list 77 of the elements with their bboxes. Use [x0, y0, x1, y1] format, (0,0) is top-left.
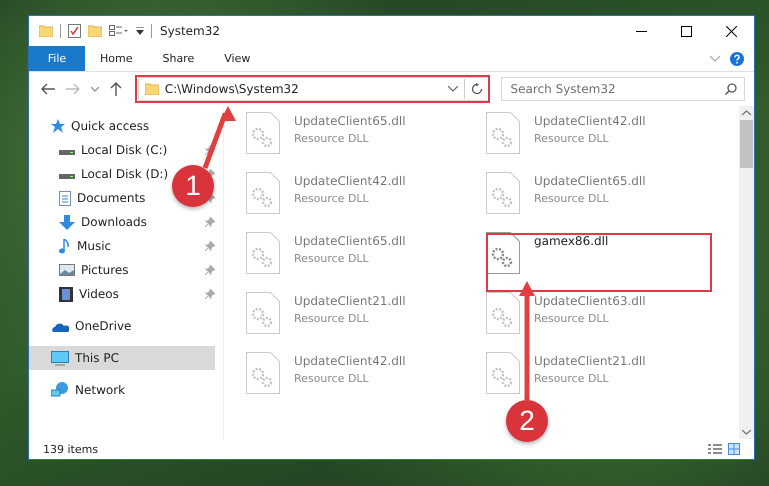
file-type: Resource DLL: [294, 132, 370, 145]
nav-item[interactable]: Network: [29, 378, 130, 402]
nav-item[interactable]: Documents: [29, 186, 150, 210]
download-arrow-icon: [59, 214, 75, 230]
file-type: Resource DLL: [534, 312, 610, 325]
document-icon: [59, 190, 71, 206]
file-name[interactable]: UpdateClient42.dll: [294, 174, 406, 188]
address-path: C:\Windows\System32: [164, 82, 300, 96]
item-count: 139 items: [43, 442, 98, 456]
scroll-up-icon[interactable]: [742, 110, 751, 116]
picture-icon: [59, 264, 75, 276]
ribbon-tab[interactable]: View: [209, 46, 266, 71]
nav-item[interactable]: Local Disk (D:): [29, 162, 172, 186]
pin-icon[interactable]: [205, 241, 215, 251]
folder-icon[interactable]: [88, 25, 102, 37]
file-name[interactable]: UpdateClient65.dll: [534, 174, 646, 188]
annotation-arrow: [202, 106, 236, 169]
file-name[interactable]: UpdateClient42.dll: [534, 114, 646, 128]
nav-item[interactable]: Pictures: [29, 258, 133, 282]
close-icon: [726, 26, 737, 36]
file-name[interactable]: gamex86.dll: [534, 234, 608, 248]
view-options-icon[interactable]: [109, 25, 129, 37]
nav-item[interactable]: Music: [29, 234, 116, 258]
chevron-down-icon[interactable]: [448, 86, 458, 92]
scrollbar[interactable]: [739, 106, 754, 439]
pin-icon[interactable]: [205, 289, 215, 299]
folder-icon: [144, 83, 159, 95]
file-name[interactable]: UpdateClient21.dll: [534, 354, 646, 368]
nav-item[interactable]: Videos: [29, 282, 123, 306]
dropdown-icon[interactable]: [136, 26, 144, 36]
file-type: Resource DLL: [294, 372, 370, 385]
tiles-view-icon[interactable]: [728, 443, 740, 455]
nav-item[interactable]: This PC: [29, 346, 215, 370]
pin-icon[interactable]: [205, 265, 215, 275]
forward-arrow-icon[interactable]: [66, 83, 80, 95]
nav-item[interactable]: Local Disk (C:): [29, 138, 172, 162]
file-name[interactable]: UpdateClient65.dll: [294, 234, 406, 248]
help-icon[interactable]: [730, 52, 744, 66]
scroll-down-icon[interactable]: [742, 429, 751, 435]
window-title: System32: [160, 24, 220, 38]
cloud-icon: [51, 320, 69, 332]
scrollbar-thumb[interactable]: [740, 120, 753, 168]
film-icon: [59, 286, 73, 302]
file-name[interactable]: UpdateClient63.dll: [534, 294, 646, 308]
back-arrow-icon[interactable]: [41, 83, 55, 95]
chevron-down-icon[interactable]: [90, 86, 99, 92]
ribbon-tab[interactable]: File: [29, 46, 85, 71]
pin-icon[interactable]: [205, 217, 215, 227]
file-name[interactable]: UpdateClient65.dll: [294, 114, 406, 128]
file-type: Resource DLL: [294, 312, 370, 325]
address-bar[interactable]: C:\Windows\System32: [138, 77, 490, 101]
pin-icon[interactable]: [205, 145, 215, 155]
network-globe-icon: [51, 382, 69, 398]
star-icon: [51, 119, 65, 133]
maximize-icon: [681, 26, 692, 36]
details-view-icon[interactable]: [708, 444, 722, 454]
file-type: Resource DLL: [534, 132, 610, 145]
folder-icon[interactable]: [39, 25, 53, 37]
file-type: Resource DLL: [534, 192, 610, 205]
properties-icon[interactable]: [68, 24, 81, 38]
ribbon-tab[interactable]: Share: [147, 46, 210, 71]
file-type: Resource DLL: [294, 252, 370, 265]
ribbon-tab[interactable]: Home: [85, 46, 148, 71]
nav-item[interactable]: Quick access: [29, 114, 154, 138]
search-field[interactable]: Search System32: [500, 77, 745, 101]
nav-item[interactable]: Downloads: [29, 210, 151, 234]
file-name[interactable]: UpdateClient42.dll: [294, 354, 406, 368]
dll-file-icon[interactable]: [486, 232, 520, 274]
file-name[interactable]: UpdateClient21.dll: [294, 294, 406, 308]
file-type: Resource DLL: [294, 192, 370, 205]
nav-item[interactable]: OneDrive: [29, 314, 136, 338]
music-note-icon: [59, 238, 71, 254]
file-type: Resource DLL: [534, 372, 610, 385]
up-arrow-icon[interactable]: [110, 82, 122, 96]
refresh-icon[interactable]: [470, 83, 483, 95]
monitor-icon: [51, 350, 69, 366]
search-icon: [725, 83, 737, 95]
